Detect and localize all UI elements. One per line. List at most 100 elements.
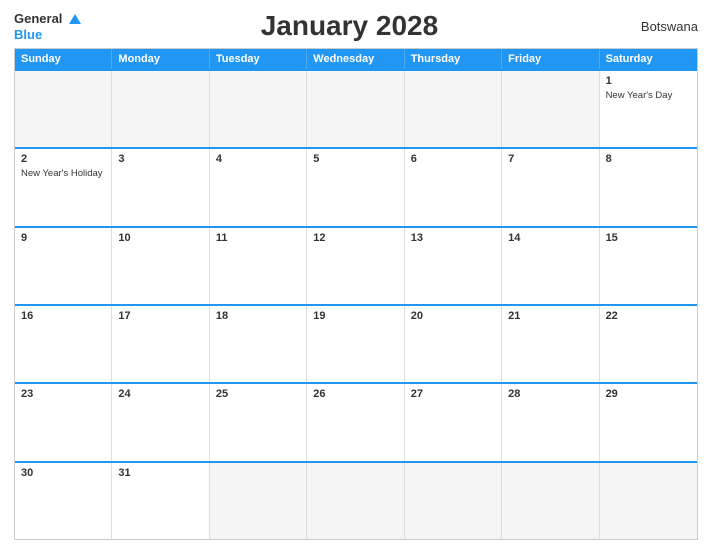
day-header-sunday: Sunday [15,49,112,69]
day-number: 7 [508,153,592,165]
day-cell: 19 [307,306,404,382]
day-number: 14 [508,232,592,244]
day-cell [502,463,599,539]
day-number: 9 [21,232,105,244]
day-number: 1 [606,75,691,87]
day-number: 21 [508,310,592,322]
day-cell: 25 [210,384,307,460]
day-cell: 31 [112,463,209,539]
logo-text: General [14,10,81,28]
week-row-5: 23 24 25 26 27 28 29 [15,382,697,460]
day-cell: 20 [405,306,502,382]
day-number: 29 [606,388,691,400]
day-number: 26 [313,388,397,400]
day-cell [502,71,599,147]
day-number: 13 [411,232,495,244]
day-cell: 27 [405,384,502,460]
day-number: 18 [216,310,300,322]
holiday-name: New Year's Day [606,90,673,101]
day-number: 10 [118,232,202,244]
week-row-2: 2 New Year's Holiday 3 4 5 6 7 8 [15,147,697,225]
day-cell: 4 [210,149,307,225]
logo-general: General [14,11,62,26]
day-cell [307,71,404,147]
day-cell [210,463,307,539]
day-cell: 18 [210,306,307,382]
day-number: 11 [216,232,300,244]
day-number: 4 [216,153,300,165]
day-header-tuesday: Tuesday [210,49,307,69]
day-number: 19 [313,310,397,322]
calendar-title: January 2028 [81,10,618,42]
day-header-saturday: Saturday [600,49,697,69]
week-row-1: 1 New Year's Day [15,69,697,147]
day-number: 28 [508,388,592,400]
day-cell [210,71,307,147]
day-cell: 24 [112,384,209,460]
week-row-4: 16 17 18 19 20 21 22 [15,304,697,382]
day-cell: 15 [600,228,697,304]
day-cell: 1 New Year's Day [600,71,697,147]
day-cell: 9 [15,228,112,304]
day-number: 31 [118,467,202,479]
day-cell: 11 [210,228,307,304]
day-cell: 21 [502,306,599,382]
day-cell: 7 [502,149,599,225]
day-cell: 16 [15,306,112,382]
day-cell: 8 [600,149,697,225]
logo: General Blue [14,10,81,42]
country-label: Botswana [618,19,698,34]
day-cell: 6 [405,149,502,225]
day-cell: 12 [307,228,404,304]
day-cell: 22 [600,306,697,382]
day-number: 2 [21,153,105,165]
day-number: 3 [118,153,202,165]
day-cell: 30 [15,463,112,539]
week-row-6: 30 31 [15,461,697,539]
day-number: 5 [313,153,397,165]
day-number: 22 [606,310,691,322]
day-cell: 3 [112,149,209,225]
weeks-container: 1 New Year's Day 2 New Year's Holiday 3 4 5 6 7 8… [15,69,697,539]
calendar-container: General Blue January 2028 Botswana Sunda… [0,0,712,550]
week-row-3: 9 10 11 12 13 14 15 [15,226,697,304]
day-cell [405,463,502,539]
day-header-wednesday: Wednesday [307,49,404,69]
day-cell: 2 New Year's Holiday [15,149,112,225]
day-number: 25 [216,388,300,400]
day-cell: 29 [600,384,697,460]
day-number: 17 [118,310,202,322]
day-number: 30 [21,467,105,479]
day-cell: 14 [502,228,599,304]
day-number: 23 [21,388,105,400]
logo-triangle-icon [69,14,81,24]
day-cell: 5 [307,149,404,225]
day-number: 15 [606,232,691,244]
day-cell: 28 [502,384,599,460]
calendar-grid: SundayMondayTuesdayWednesdayThursdayFrid… [14,48,698,540]
day-cell: 10 [112,228,209,304]
day-header-thursday: Thursday [405,49,502,69]
day-number: 12 [313,232,397,244]
day-number: 16 [21,310,105,322]
header: General Blue January 2028 Botswana [14,10,698,42]
day-number: 8 [606,153,691,165]
day-headers-row: SundayMondayTuesdayWednesdayThursdayFrid… [15,49,697,69]
day-cell [405,71,502,147]
day-header-monday: Monday [112,49,209,69]
logo-blue: Blue [14,28,81,42]
day-cell: 26 [307,384,404,460]
day-cell: 23 [15,384,112,460]
day-number: 20 [411,310,495,322]
day-cell [15,71,112,147]
day-cell: 13 [405,228,502,304]
day-header-friday: Friday [502,49,599,69]
day-cell: 17 [112,306,209,382]
holiday-name: New Year's Holiday [21,168,103,179]
day-number: 6 [411,153,495,165]
day-cell [112,71,209,147]
day-number: 24 [118,388,202,400]
day-cell [307,463,404,539]
day-number: 27 [411,388,495,400]
day-cell [600,463,697,539]
